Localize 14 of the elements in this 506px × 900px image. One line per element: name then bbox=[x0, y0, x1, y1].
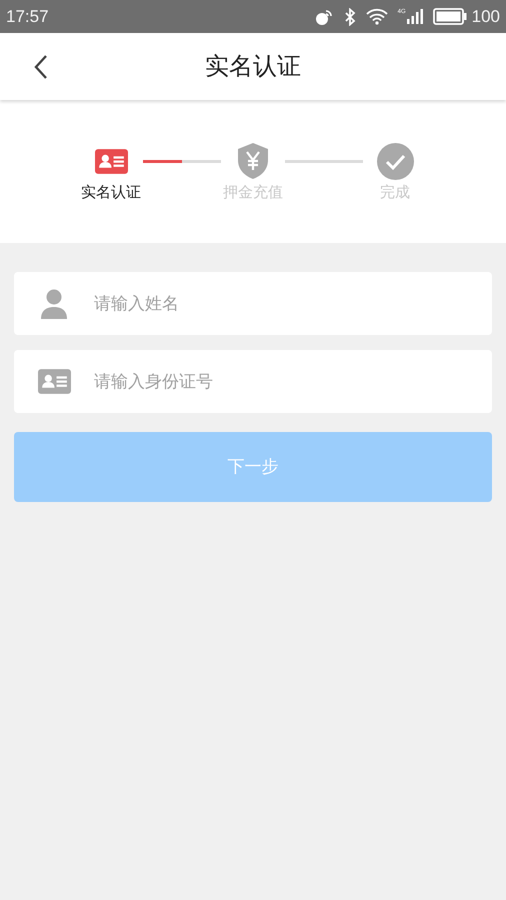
person-icon bbox=[40, 288, 68, 318]
signal-icon bbox=[406, 9, 423, 24]
id-card-icon bbox=[38, 369, 70, 394]
status-time: 17:57 bbox=[6, 6, 49, 28]
battery-level: 100 bbox=[472, 6, 500, 28]
bluetooth-icon bbox=[344, 8, 356, 26]
hotspot-icon bbox=[314, 8, 334, 26]
back-icon bbox=[34, 54, 48, 80]
step-label: 实名认证 bbox=[81, 183, 141, 203]
wifi-icon bbox=[366, 8, 388, 25]
battery-icon bbox=[432, 8, 467, 25]
page-title: 实名认证 bbox=[205, 52, 301, 82]
input-field[interactable]: 请输入姓名 bbox=[14, 272, 492, 335]
input-field[interactable]: 请输入身份证号 bbox=[14, 350, 492, 413]
